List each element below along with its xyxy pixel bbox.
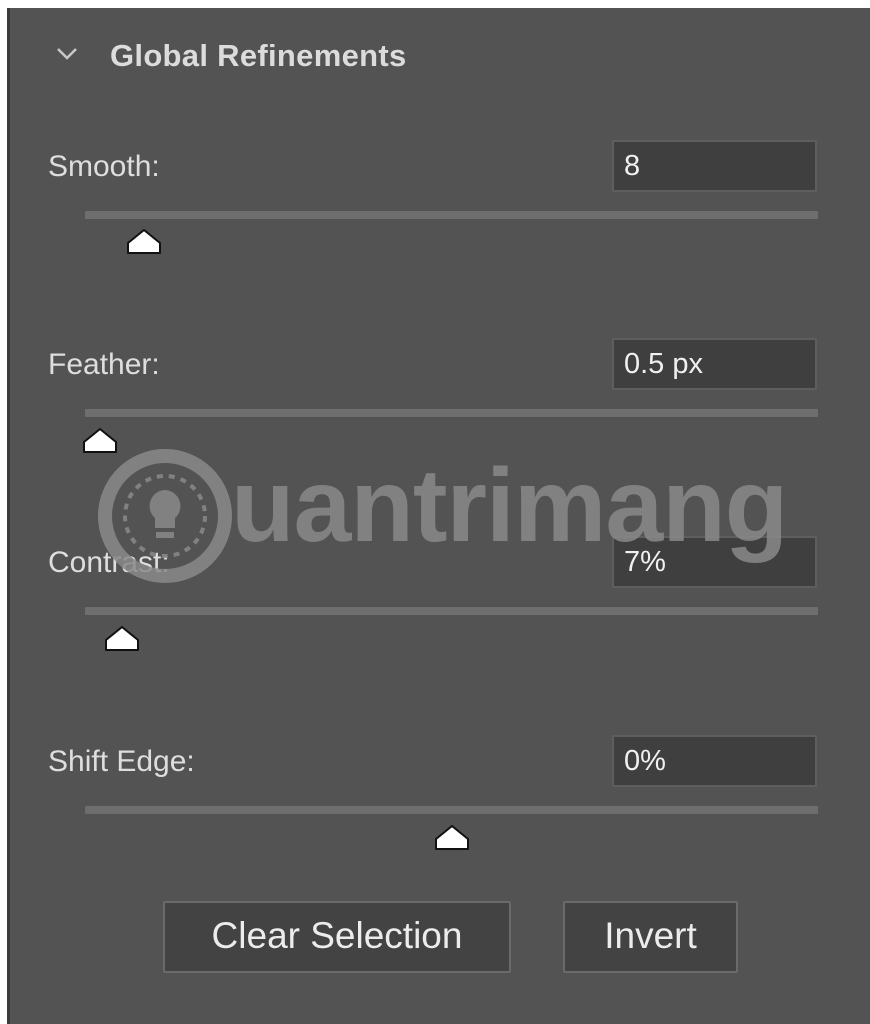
shift-edge-label: Shift Edge: [48,745,195,778]
contrast-slider-track[interactable] [85,607,818,615]
contrast-slider-thumb[interactable] [103,624,141,652]
smooth-label: Smooth: [48,150,160,183]
feather-slider-thumb[interactable] [81,426,119,454]
feather-label: Feather: [48,348,160,381]
feather-slider-track[interactable] [85,409,818,417]
shift-edge-slider-track[interactable] [85,806,818,814]
global-refinements-panel: Global Refinements Smooth: 8 Feather: 0.… [7,8,870,1024]
invert-button[interactable]: Invert [563,901,738,973]
contrast-label: Contrast: [48,546,170,579]
shift-edge-slider-thumb[interactable] [433,823,471,851]
chevron-down-icon[interactable] [56,46,78,62]
section-header[interactable]: Global Refinements [10,8,870,108]
feather-value-field[interactable]: 0.5 px [612,338,817,390]
section-title: Global Refinements [110,38,407,73]
shift-edge-value-field[interactable]: 0% [612,735,817,787]
screenshot-stage: Global Refinements Smooth: 8 Feather: 0.… [0,0,870,1024]
clear-selection-button[interactable]: Clear Selection [163,901,511,973]
smooth-slider-thumb[interactable] [125,227,163,255]
smooth-slider-track[interactable] [85,211,818,219]
contrast-value-field[interactable]: 7% [612,536,817,588]
smooth-value-field[interactable]: 8 [612,140,817,192]
